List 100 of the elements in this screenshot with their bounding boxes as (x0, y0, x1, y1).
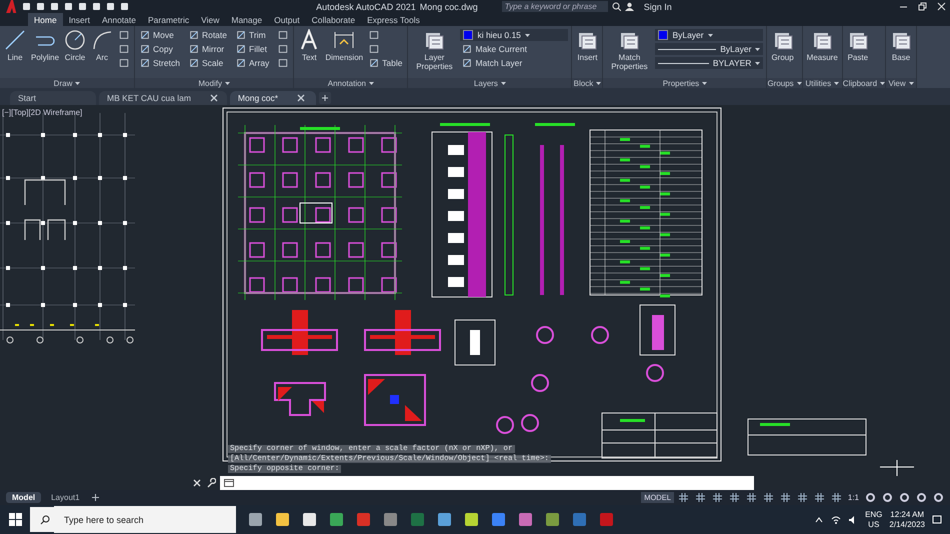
tool-button[interactable]: Dimension (324, 28, 364, 64)
grid-icon[interactable] (762, 492, 774, 503)
close-icon[interactable] (936, 2, 946, 11)
tool-button[interactable]: Scale (186, 56, 229, 70)
ribbon-tab[interactable]: Manage (225, 13, 268, 26)
tool-button[interactable]: Rotate (186, 28, 229, 42)
file-tab[interactable]: MB KET CAU cua lam (99, 91, 227, 105)
dropdown[interactable]: ByLayer (655, 43, 764, 55)
dropdown[interactable]: ki hieu 0.15 (460, 29, 568, 41)
grid-icon[interactable] (780, 492, 791, 503)
tool-button[interactable]: Table (367, 56, 404, 70)
grid-icon[interactable] (746, 492, 757, 503)
grid-icon[interactable] (694, 492, 706, 503)
panel-title[interactable]: Groups (767, 78, 802, 88)
tool-button[interactable]: Measure (806, 28, 839, 64)
tool-button[interactable]: Array (234, 56, 272, 70)
command-input-field[interactable] (220, 476, 754, 490)
clock-time[interactable]: 12:24 AM (890, 510, 924, 520)
grid-icon[interactable] (728, 492, 740, 503)
caret-icon (524, 34, 530, 36)
taskbar-search-field[interactable]: Type here to search (30, 507, 236, 532)
panel-title[interactable]: Clipboard (842, 78, 886, 88)
close-icon[interactable] (296, 93, 306, 103)
tab-label[interactable]: Mong coc* (238, 93, 278, 103)
panel-title[interactable]: Utilities (802, 78, 842, 88)
tool-button[interactable]: Arc (90, 28, 114, 64)
add-icon[interactable] (90, 492, 101, 503)
tool-button[interactable]: Circle (63, 28, 88, 64)
dropdown[interactable]: BYLAYER (655, 57, 764, 69)
layout-tab[interactable]: Layout1 (45, 492, 86, 503)
add-icon[interactable] (318, 92, 331, 104)
ribbon-tab[interactable]: Annotate (96, 13, 142, 26)
tool-button[interactable]: Base (889, 28, 914, 64)
restore-icon[interactable] (918, 2, 927, 11)
close-icon[interactable] (192, 478, 202, 488)
file-tab[interactable]: Mong coc* (230, 91, 316, 105)
viewport-controls-label[interactable]: [−][Top][2D Wireframe] (2, 108, 82, 117)
caret-icon (880, 82, 886, 84)
panel-title[interactable]: View (886, 78, 916, 88)
grid-icon[interactable] (796, 492, 808, 503)
caret-icon (834, 82, 840, 84)
input-region[interactable]: US (868, 520, 880, 529)
grid-icon[interactable] (814, 492, 825, 503)
ribbon-tab[interactable]: View (195, 13, 226, 26)
file-tab[interactable]: Start (10, 91, 96, 105)
tool-button[interactable]: Group (770, 28, 795, 64)
tool-button[interactable]: Make Current (460, 42, 568, 56)
ribbon-tab[interactable]: Output (268, 13, 306, 26)
panel-title[interactable]: Layers (408, 78, 572, 88)
tool-button[interactable]: Match Properties (606, 28, 652, 72)
tool-button[interactable]: Paste (846, 28, 870, 64)
ribbon-tab[interactable]: Insert (62, 13, 96, 26)
tool-button[interactable]: Layer Properties (411, 28, 458, 72)
grid-icon[interactable] (830, 492, 842, 503)
sign-in-link[interactable]: Sign In (644, 2, 672, 12)
tool-button[interactable]: Fillet (234, 42, 272, 56)
panel-title[interactable]: Draw (0, 78, 134, 88)
tool-button[interactable]: Line (3, 28, 27, 64)
app-icon[interactable] (248, 512, 263, 527)
app-icon[interactable] (437, 512, 452, 527)
tool-button[interactable]: Text (297, 28, 322, 64)
tool-button[interactable]: Insert (575, 28, 600, 64)
search-field[interactable]: Type a keyword or phrase (502, 1, 608, 12)
chevron-icon[interactable] (814, 514, 824, 524)
tool-icon (369, 58, 380, 68)
tool-button[interactable]: Move (138, 28, 182, 42)
grid-icon[interactable] (678, 492, 689, 503)
tool-button[interactable]: Mirror (186, 42, 229, 56)
wrench-icon[interactable] (206, 478, 216, 488)
dropdown[interactable]: ByLayer (655, 29, 764, 41)
layout-tab[interactable]: Model (6, 492, 42, 503)
network-icon[interactable] (831, 514, 842, 524)
ribbon-tab[interactable]: Parametric (142, 13, 196, 26)
ribbon-tab[interactable]: Collaborate (306, 13, 362, 26)
app-icon[interactable] (464, 512, 479, 527)
notification-icon[interactable] (932, 514, 942, 524)
panel-title[interactable]: Modify (135, 78, 294, 88)
tool-button[interactable]: Copy (138, 42, 182, 56)
app-icon[interactable] (329, 512, 344, 527)
tool-button[interactable]: Stretch (138, 56, 182, 70)
tab-label[interactable]: Start (18, 93, 36, 103)
panel-title[interactable]: Block (572, 78, 602, 88)
ribbon-tab[interactable]: Express Tools (361, 13, 426, 26)
annotation-scale-button[interactable]: 1:1 (848, 493, 859, 502)
clock-date[interactable]: 2/14/2023 (889, 520, 925, 529)
tool-button[interactable]: Polyline (30, 28, 60, 64)
close-icon[interactable] (208, 93, 219, 103)
search-icon[interactable] (612, 2, 621, 11)
tab-label[interactable]: MB KET CAU cua lam (107, 93, 191, 103)
app-icon[interactable] (275, 512, 290, 527)
input-language[interactable]: ENG (865, 510, 882, 520)
panel-title[interactable]: Annotation (294, 78, 408, 88)
tool-button[interactable]: Trim (234, 28, 272, 42)
tool-button[interactable]: Match Layer (460, 56, 568, 70)
ribbon-tab[interactable]: Home (28, 13, 63, 26)
grid-icon[interactable] (712, 492, 723, 503)
command-prompt-icon[interactable] (224, 478, 234, 488)
app-icon[interactable] (302, 512, 317, 527)
panel-title[interactable]: Properties (603, 78, 766, 88)
search-icon (40, 514, 50, 524)
